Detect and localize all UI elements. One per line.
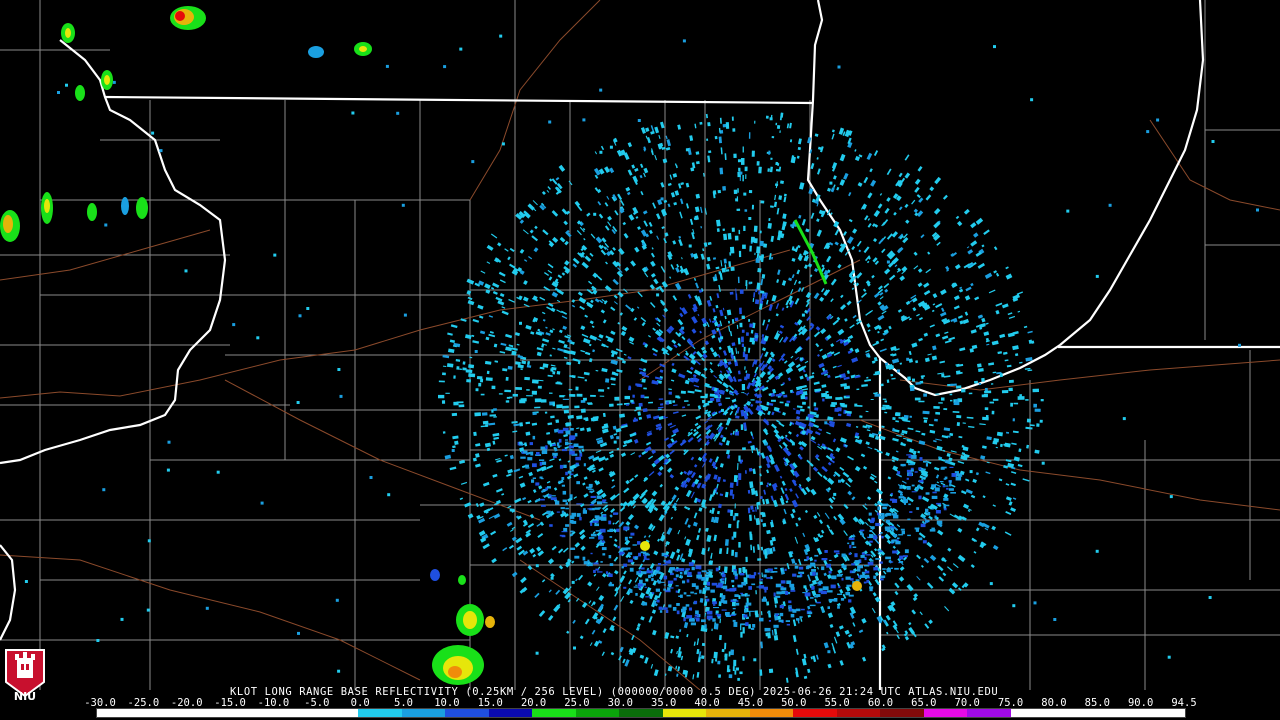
colorbar-swatch xyxy=(140,709,185,717)
colorbar-swatch xyxy=(314,709,359,717)
colorbar-swatch xyxy=(1054,709,1098,717)
colorbar-swatch xyxy=(401,709,446,717)
colorbar-swatch xyxy=(488,709,533,717)
colorbar-labels: -30.0 -25.0 -20.0 -15.0 -10.0 -5.0 0.0 5.0 10.0 1… xyxy=(84,697,1196,709)
colorbar-swatch xyxy=(445,709,489,717)
logo-text: NIU xyxy=(13,690,37,703)
colorbar-swatch xyxy=(1141,709,1185,717)
colorbar-swatch xyxy=(532,709,576,717)
colorbar-swatch xyxy=(706,709,750,717)
colorbar-swatch xyxy=(1097,709,1142,717)
radar-map xyxy=(0,0,1280,690)
colorbar-swatch xyxy=(1010,709,1055,717)
colorbar-swatch xyxy=(97,709,141,717)
colorbar-swatch xyxy=(880,709,924,717)
colorbar-swatch xyxy=(619,709,663,717)
colorbar-swatch xyxy=(749,709,794,717)
colorbar-swatch xyxy=(836,709,881,717)
radar-site-marker xyxy=(736,393,748,405)
colorbar xyxy=(96,708,1186,718)
colorbar-swatch xyxy=(227,709,272,717)
colorbar-swatch xyxy=(184,709,228,717)
colorbar-swatch xyxy=(967,709,1011,717)
colorbar-swatch xyxy=(271,709,315,717)
colorbar-swatch xyxy=(662,709,707,717)
colorbar-swatch xyxy=(358,709,402,717)
colorbar-swatch xyxy=(575,709,620,717)
colorbar-swatch xyxy=(923,709,968,717)
colorbar-swatch xyxy=(793,709,837,717)
